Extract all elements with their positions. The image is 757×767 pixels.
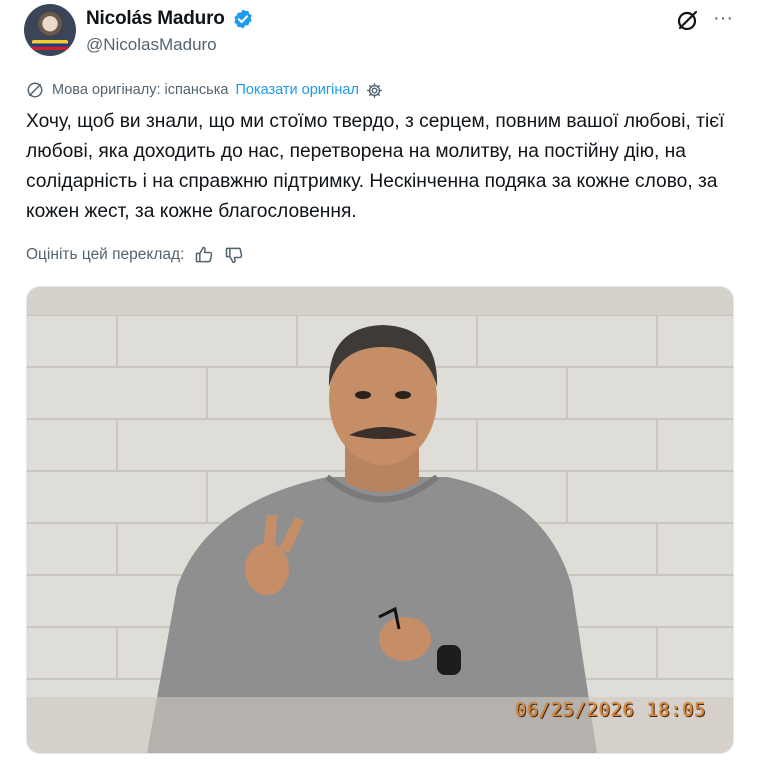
- photo-scene: [27, 287, 733, 753]
- show-original-link[interactable]: Показати оригінал: [235, 82, 358, 98]
- original-language-label: Мова оригіналу: іспанська: [52, 82, 229, 98]
- rate-translation-label: Оцініть цей переклад:: [26, 246, 185, 263]
- rate-translation: Оцініть цей переклад:: [26, 244, 244, 266]
- translation-bar: Мова оригіналу: іспанська Показати оригі…: [26, 80, 383, 100]
- author-handle[interactable]: @NicolasMaduro: [86, 35, 217, 55]
- photo-timestamp: 06/25/2026 18:05: [515, 699, 707, 721]
- avatar[interactable]: [24, 4, 76, 56]
- grok-icon[interactable]: [676, 8, 700, 32]
- verified-badge-icon: [234, 9, 252, 29]
- avatar-flag: [32, 40, 68, 50]
- gear-icon[interactable]: [366, 82, 383, 99]
- more-icon[interactable]: ···: [712, 6, 734, 32]
- tweet-text: Хочу, щоб ви знали, що ми стоїмо твердо,…: [26, 111, 725, 222]
- thumbs-up-icon[interactable]: [194, 245, 214, 265]
- author-name[interactable]: Nicolás Maduro: [86, 8, 225, 30]
- translate-icon: [27, 82, 43, 98]
- thumbs-down-icon[interactable]: [224, 245, 244, 265]
- tweet-photo[interactable]: 06/25/2026 18:05: [26, 286, 734, 754]
